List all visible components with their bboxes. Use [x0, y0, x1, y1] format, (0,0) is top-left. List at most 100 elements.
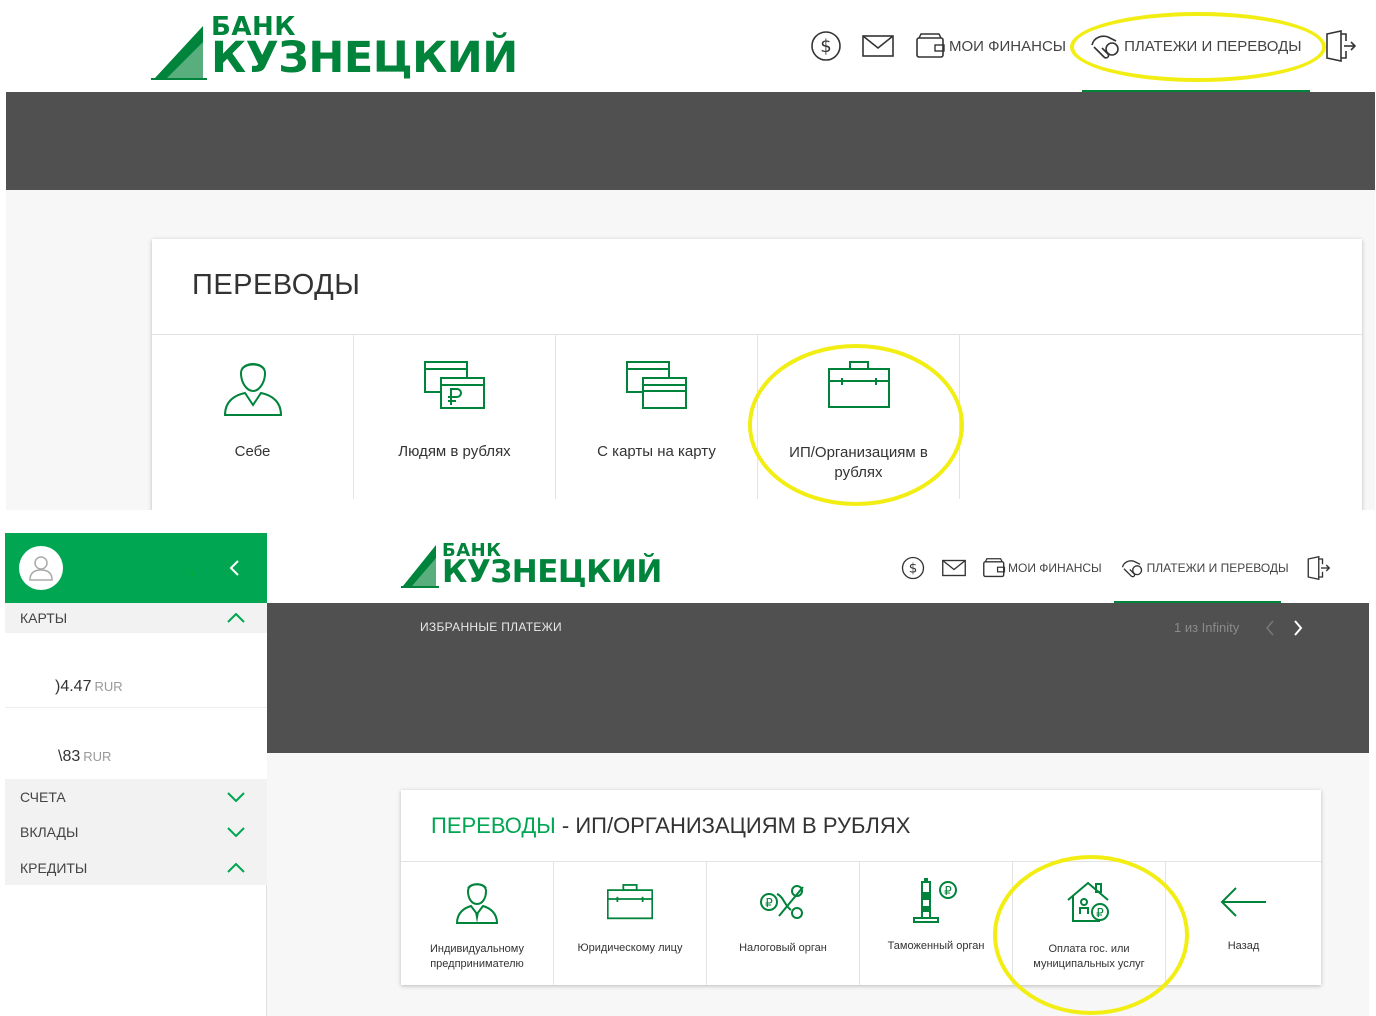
card-item-2[interactable]: \83 RUR — [5, 708, 267, 779]
section-cards[interactable]: КАРТЫ — [5, 603, 267, 633]
cards-icon — [625, 361, 687, 409]
arrow-left-icon — [1220, 887, 1266, 917]
nav-payments[interactable]: ПЛАТЕЖИ И ПЕРЕВОДЫ — [1088, 31, 1302, 61]
nav-payments-label: ПЛАТЕЖИ И ПЕРЕВОДЫ — [1124, 37, 1302, 55]
svg-text:₽: ₽ — [1096, 906, 1104, 920]
tile-self[interactable]: Себе — [152, 335, 354, 499]
user-icon — [29, 556, 53, 581]
logo-sail-icon — [151, 26, 207, 81]
tile-card-to-card-label: С карты на карту — [597, 443, 716, 460]
section-cards-label: КАРТЫ — [20, 610, 68, 626]
tile-people-rub[interactable]: Людям в рублях — [354, 335, 556, 499]
tile-card-to-card[interactable]: С карты на карту — [556, 335, 758, 499]
mail-icon[interactable] — [862, 33, 894, 59]
chevron-up-icon — [227, 862, 245, 873]
cards-ruble-icon — [423, 361, 485, 409]
logout-icon[interactable] — [1324, 30, 1356, 62]
wallet-icon — [983, 558, 1006, 578]
tile-entrepreneur-label: Индивидуальному предпринимателю — [430, 943, 524, 970]
tile-customs-authority[interactable]: ₽ Таможенный орган — [860, 862, 1013, 985]
card-1-amount: )4.47 — [55, 678, 92, 695]
favorites-pager: 1 из Infinity — [1174, 620, 1240, 635]
wallet-icon — [916, 33, 945, 58]
nav-my-finances-label: МОИ ФИНАНСЫ — [1008, 561, 1102, 575]
chevron-down-icon — [227, 791, 245, 802]
transfer-tiles: Себе Людям в рублях С карты на карту ИП/… — [152, 334, 1362, 499]
bottom-screenshot: БАНК КУЗНЕЦКИЙ $ МОИ ФИНАНСЫ ПЛАТЕЖИ И П… — [267, 533, 1369, 1016]
user-name-fragment: ч — [188, 568, 194, 580]
svg-text:₽: ₽ — [765, 896, 773, 910]
nav-my-finances-label: МОИ ФИНАНСЫ — [949, 37, 1067, 55]
tile-customs-authority-label: Таможенный орган — [887, 940, 985, 952]
pager-next-icon[interactable] — [1293, 620, 1303, 636]
pager-prev-icon[interactable] — [1265, 620, 1275, 636]
chevron-up-icon — [227, 613, 245, 623]
bank-logo-small[interactable]: БАНК КУЗНЕЦКИЙ — [401, 541, 662, 591]
ip-org-tiles: Индивидуальному предпринимателю Юридичес… — [401, 861, 1321, 985]
favorites-band: ИЗБРАННЫЕ ПЛАТЕЖИ 1 из Infinity — [267, 603, 1369, 753]
ip-org-title: ПЕРЕВОДЫ - ИП/ОРГАНИЗАЦИЯМ В РУБЛЯХ — [431, 813, 910, 839]
nav-payments[interactable]: ПЛАТЕЖИ И ПЕРЕВОДЫ — [1119, 557, 1289, 579]
bank-logo[interactable]: БАНК КУЗНЕЦКИЙ — [151, 14, 518, 81]
briefcase-icon — [607, 884, 653, 920]
section-credits[interactable]: КРЕДИТЫ — [5, 850, 267, 885]
tile-ip-org-rub-label: ИП/Организациям в рублях — [789, 444, 928, 481]
logout-icon[interactable] — [1306, 556, 1330, 580]
card-1-redacted — [13, 633, 243, 673]
top-screenshot: БАНК КУЗНЕЦКИЙ $ МОИ ФИНАНСЫ ПЛАТЕЖИ И П… — [6, 8, 1375, 510]
section-credits-label: КРЕДИТЫ — [20, 859, 88, 876]
tile-tax-authority[interactable]: ₽ Налоговый орган — [707, 862, 860, 985]
sidebar-header: ч — [5, 533, 267, 603]
nav-my-finances[interactable]: МОИ ФИНАНСЫ — [983, 558, 1102, 578]
section-accounts[interactable]: СЧЕТА — [5, 779, 267, 814]
card-2-currency: RUR — [83, 749, 112, 764]
tile-self-label: Себе — [234, 443, 271, 460]
dollar-icon[interactable]: $ — [901, 556, 925, 580]
entrepreneur-icon — [455, 883, 499, 924]
chevron-down-icon — [227, 827, 245, 837]
mail-icon[interactable] — [942, 558, 966, 578]
payments-icon — [1091, 35, 1119, 59]
tile-legal-entity-label: Юридическому лицу — [577, 942, 683, 954]
collapse-sidebar-icon[interactable] — [228, 559, 240, 577]
user-name-redacted — [66, 546, 188, 594]
section-deposits-label: ВКЛАДЫ — [20, 824, 79, 840]
card-1-balance: )4.47 RUR — [55, 678, 123, 696]
section-deposits[interactable]: ВКЛАДЫ — [5, 814, 267, 850]
dollar-icon[interactable]: $ — [810, 30, 842, 62]
svg-text:$: $ — [820, 36, 831, 57]
tile-back-label: Назад — [1227, 940, 1260, 952]
svg-text:₽: ₽ — [944, 884, 952, 898]
tile-people-rub-label: Людям в рублях — [398, 443, 511, 460]
card-item-1[interactable]: )4.47 RUR — [5, 633, 267, 708]
tile-state-services[interactable]: ₽ Оплата гос. или муниципальных услуг — [1013, 862, 1166, 985]
tile-entrepreneur[interactable]: Индивидуальному предпринимателю — [401, 862, 554, 985]
nav-my-finances[interactable]: МОИ ФИНАНСЫ — [916, 33, 1066, 59]
tile-tax-authority-label: Налоговый орган — [739, 942, 827, 954]
breadcrumb-transfers-link[interactable]: ПЕРЕВОДЫ — [431, 813, 556, 838]
logo-line2: КУЗНЕЦКИЙ — [442, 554, 662, 591]
logo-sail-icon — [401, 545, 439, 588]
tax-icon: ₽ — [760, 885, 804, 919]
nav-payments-label: ПЛАТЕЖИ И ПЕРЕВОДЫ — [1146, 561, 1289, 575]
transfers-panel: ПЕРЕВОДЫ Себе Людям в рублях С карты на … — [152, 239, 1362, 510]
avatar[interactable] — [19, 546, 63, 590]
tile-ip-org-rub[interactable]: ИП/Организациям в рублях — [758, 335, 960, 499]
person-icon — [223, 363, 282, 416]
briefcase-icon — [827, 361, 890, 408]
card-2-amount: \83 — [58, 748, 81, 765]
top-nav: $ МОИ ФИНАНСЫ ПЛАТЕЖИ И ПЕРЕВОДЫ — [810, 28, 1356, 64]
house-ruble-icon: ₽ — [1067, 881, 1109, 922]
tile-legal-entity[interactable]: Юридическому лицу — [554, 862, 707, 985]
tile-back[interactable]: Назад — [1166, 862, 1321, 985]
ip-org-panel: ПЕРЕВОДЫ - ИП/ОРГАНИЗАЦИЯМ В РУБЛЯХ Инди… — [401, 790, 1321, 985]
tile-state-services-label: Оплата гос. или муниципальных услуг — [1033, 943, 1145, 970]
top-dark-band — [6, 92, 1375, 190]
section-accounts-label: СЧЕТА — [20, 788, 66, 805]
favorites-title: ИЗБРАННЫЕ ПЛАТЕЖИ — [420, 620, 562, 634]
card-2-redacted — [13, 708, 243, 744]
svg-text:$: $ — [909, 561, 918, 577]
card-2-balance: \83 RUR — [58, 748, 111, 766]
payments-icon — [1121, 560, 1142, 578]
card-1-currency: RUR — [94, 679, 123, 694]
